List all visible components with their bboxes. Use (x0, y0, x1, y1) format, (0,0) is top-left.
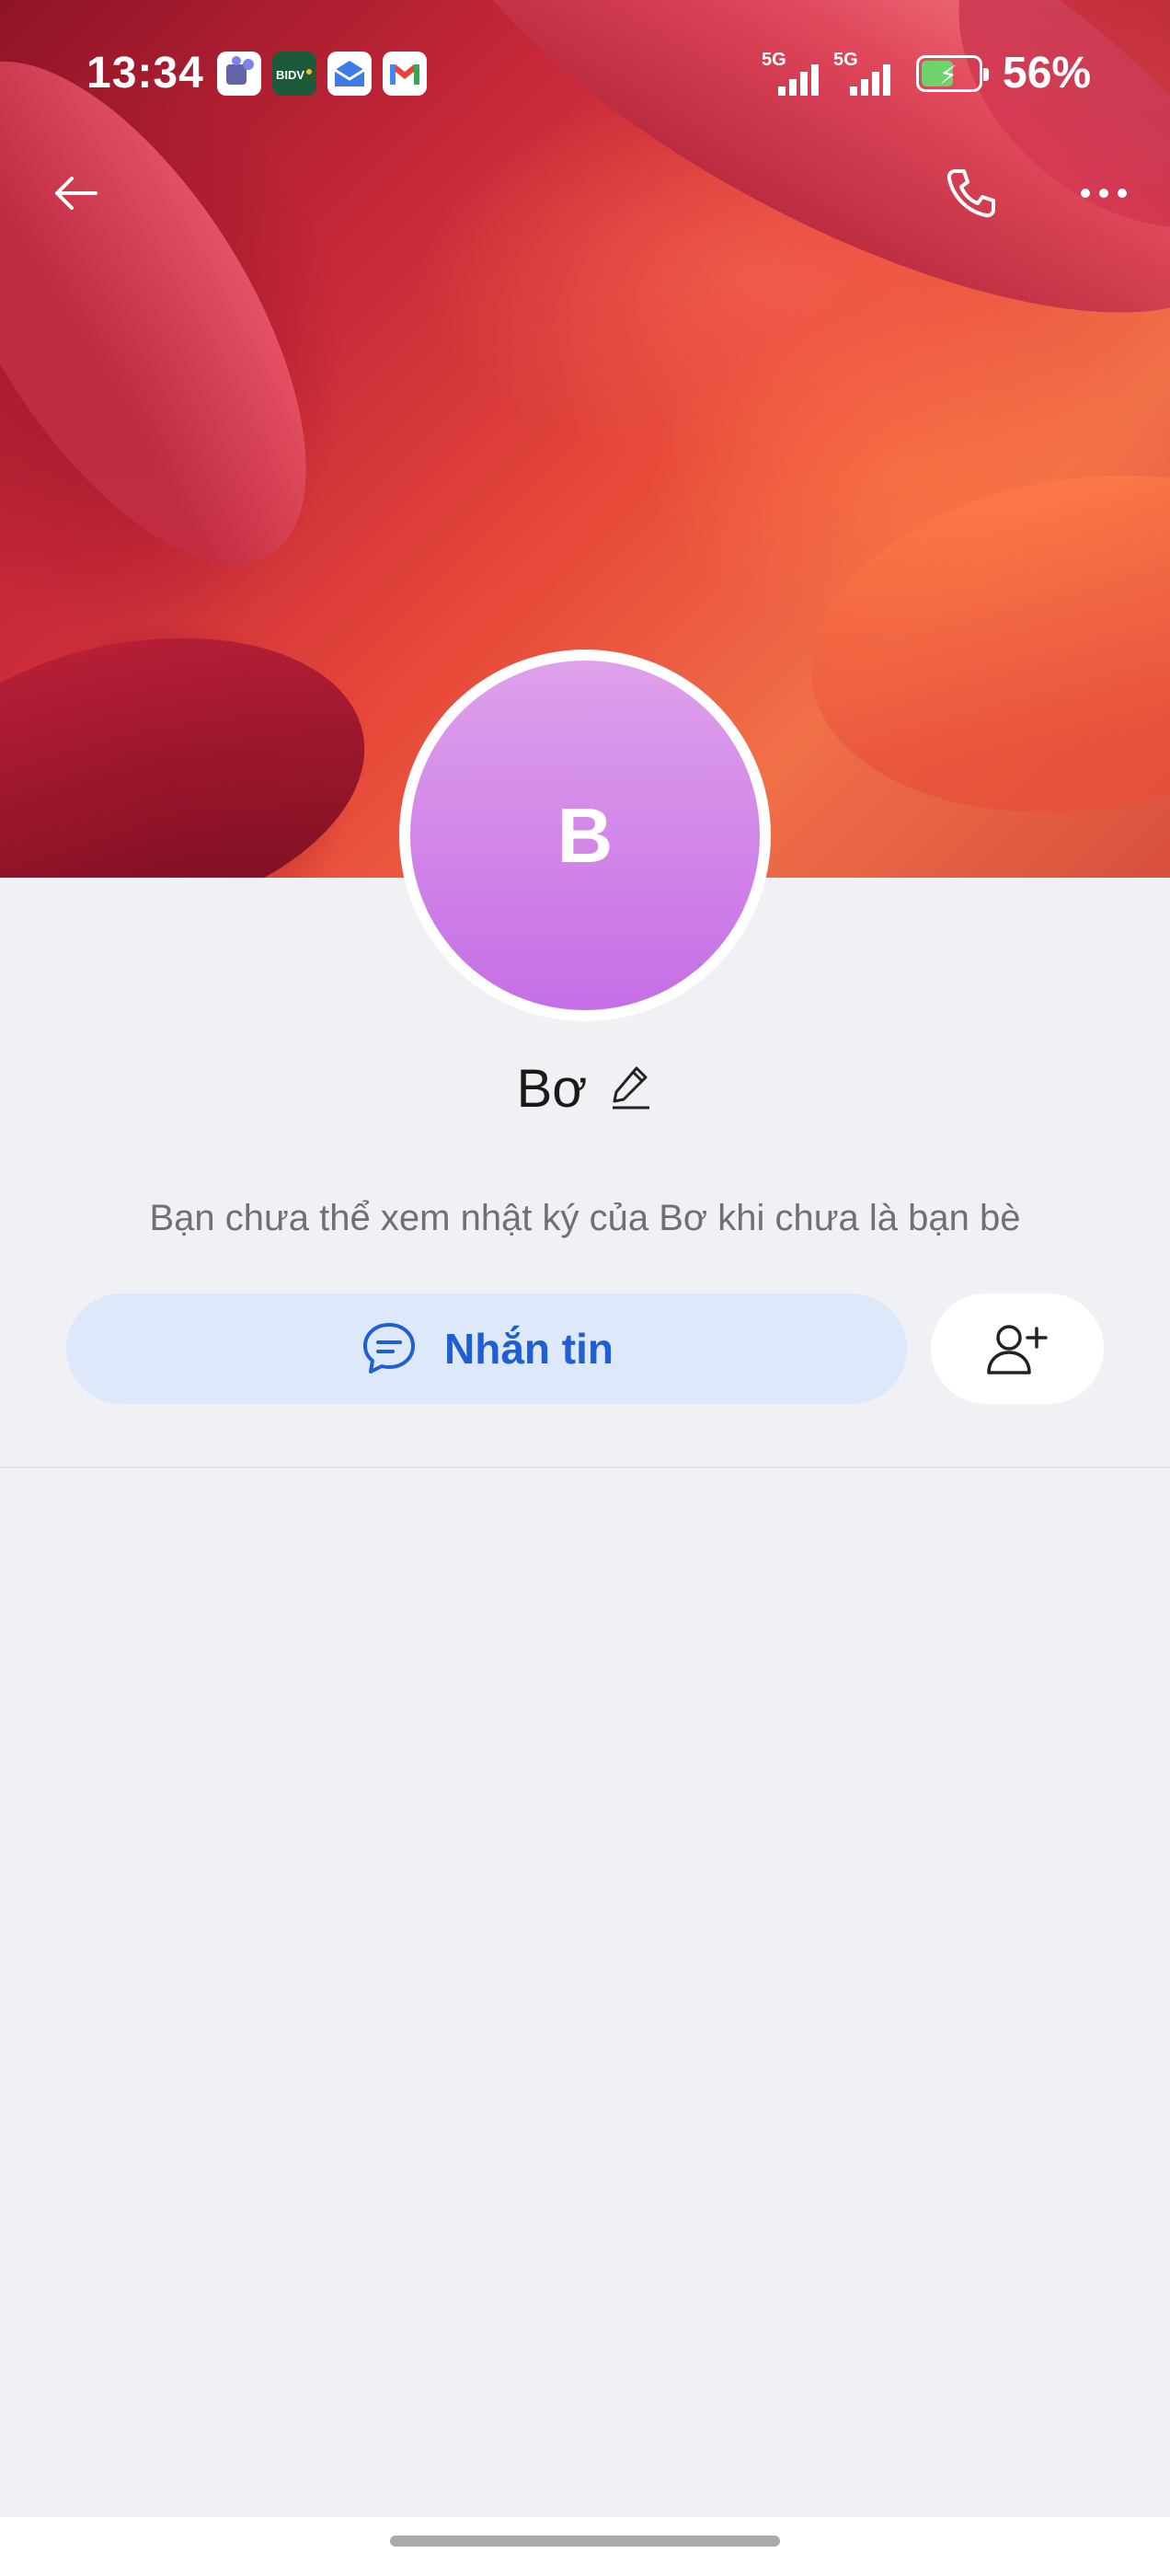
pencil-icon (613, 1066, 650, 1110)
avatar[interactable]: B (399, 650, 771, 1021)
gmail-icon (383, 52, 427, 96)
arrow-left-icon (55, 177, 98, 210)
section-divider (0, 1466, 1170, 1468)
battery-icon: ⚡ (916, 55, 989, 92)
mail-box-icon (327, 52, 372, 96)
message-button-label: Nhắn tin (444, 1325, 614, 1373)
friend-notice-text: Bạn chưa thể xem nhật ký của Bơ khi chưa… (149, 1198, 1021, 1238)
cover-petal (788, 441, 1170, 847)
add-friend-icon (987, 1325, 1048, 1374)
phone-icon (946, 169, 995, 218)
home-indicator[interactable] (390, 2536, 780, 2547)
profile-name: Bơ (516, 1059, 588, 1119)
call-button[interactable] (935, 156, 1008, 230)
svg-text:BIDV: BIDV (276, 68, 304, 82)
profile-name-row: Bơ (0, 1058, 1170, 1120)
add-friend-button[interactable] (931, 1294, 1104, 1404)
status-time: 13:34 (86, 49, 204, 98)
back-button[interactable] (39, 156, 112, 230)
status-bar: 13:34 BIDV 5G 5G ⚡ 56% (0, 0, 1170, 147)
more-button[interactable] (1067, 156, 1141, 230)
avatar-initial: B (410, 661, 760, 1010)
battery-percent: 56% (1003, 49, 1092, 98)
edit-name-button[interactable] (609, 1063, 653, 1115)
signal-5g-icon: 5G (762, 50, 828, 96)
teams-icon (217, 52, 261, 96)
message-button[interactable]: Nhắn tin (66, 1294, 907, 1404)
system-navigation-bar (0, 2517, 1170, 2576)
signal-5g-icon: 5G (833, 50, 900, 96)
cover-petal (0, 597, 392, 878)
more-dots-icon (1081, 189, 1127, 198)
bidv-icon: BIDV (272, 52, 316, 96)
chat-bubble-icon (363, 1323, 415, 1374)
